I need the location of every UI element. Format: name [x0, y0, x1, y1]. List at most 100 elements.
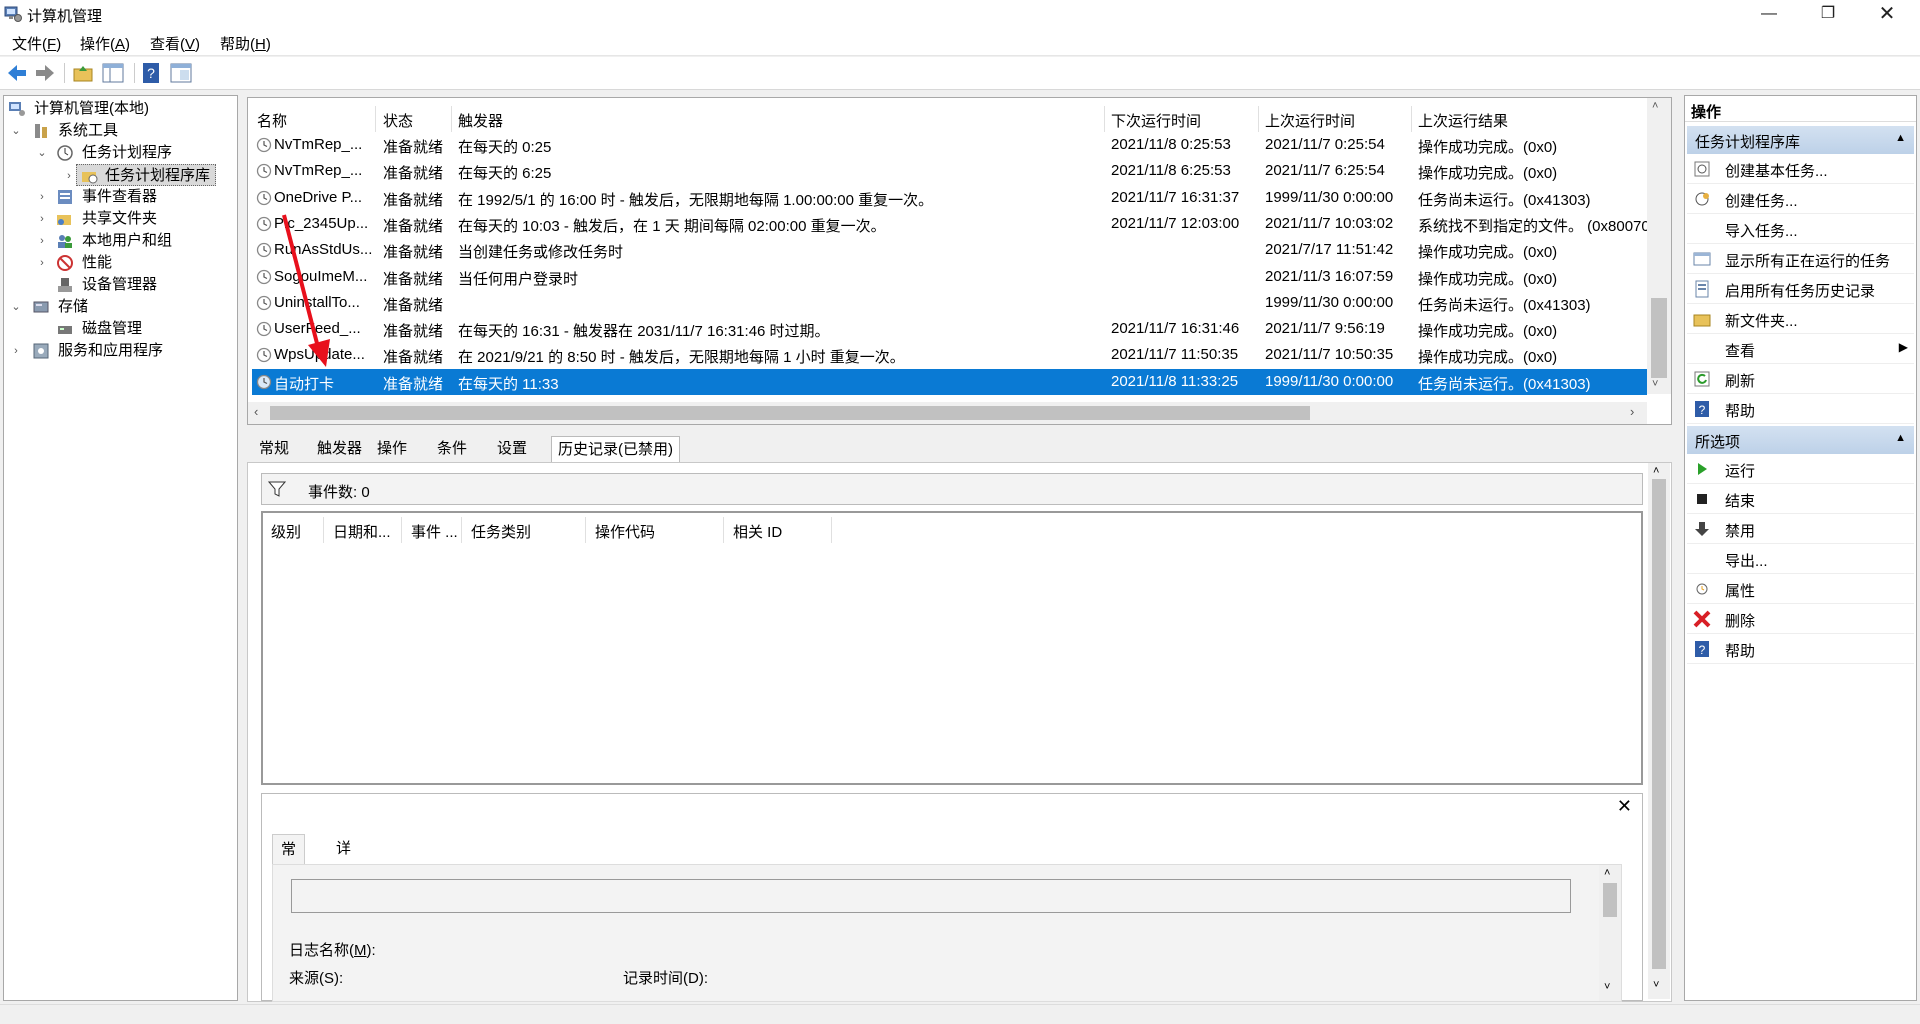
event-detail-scrollbar[interactable]: ˄ ˅ [1599, 865, 1621, 1001]
scrollbar-thumb[interactable] [270, 406, 1310, 420]
action-run[interactable]: 运行 [1687, 454, 1914, 484]
section-task-library[interactable]: 任务计划程序库 ▲ [1687, 126, 1914, 154]
table-row[interactable]: 自动打卡 准备就绪 在每天的 11:33 2021/11/8 11:33:25 1999… [252, 368, 1647, 395]
scrollbar-thumb[interactable] [1652, 479, 1666, 969]
tab-settings[interactable]: 设置 [491, 436, 533, 462]
collapse-icon[interactable]: ▲ [1895, 432, 1906, 444]
action-export[interactable]: 导出... [1687, 544, 1914, 574]
scroll-up-arrow-icon[interactable]: ˄ [1652, 100, 1658, 112]
restore-button[interactable]: ❐ [1800, 0, 1856, 28]
table-row[interactable]: WpsUpdate...准备就绪在 2021/9/21 的 8:50 时 - 触… [252, 342, 1647, 368]
menu-file[interactable]: 文件(F) [12, 33, 61, 54]
table-row[interactable]: Plc_2345Up... 准备就绪 在每天的 10:03 - 触发后，在 1 天 … [252, 211, 1647, 237]
column-header-task-category[interactable]: 任务类别 [471, 521, 531, 542]
column-header-trigger[interactable]: 触发器 [458, 110, 503, 134]
table-row[interactable]: OneDrive P... 准备就绪在 1992/5/1 的 16:00 时 - … [252, 185, 1647, 211]
forward-arrow-icon[interactable] [32, 61, 58, 85]
chevron-down-icon[interactable]: ⌄ [10, 296, 22, 318]
tab-history[interactable]: 历史记录(已禁用) [551, 436, 680, 462]
back-arrow-icon[interactable] [4, 61, 30, 85]
tree-item-performance[interactable]: › 性能 [6, 252, 234, 274]
column-header-name[interactable]: 名称 [257, 110, 287, 134]
help-icon[interactable]: ? [138, 61, 164, 85]
column-header-last-run[interactable]: 上次运行时间 [1265, 110, 1355, 134]
menu-help[interactable]: 帮助(H) [220, 33, 271, 54]
scroll-down-arrow-icon[interactable]: ˅ [1652, 378, 1658, 390]
tree-item-system-tools[interactable]: ⌄ 系统工具 [6, 120, 234, 142]
scroll-down-arrow-icon[interactable]: ˅ [1653, 979, 1659, 991]
close-icon[interactable]: ✕ [1617, 796, 1632, 817]
menu-action[interactable]: 操作(A) [80, 33, 130, 54]
action-help-selected[interactable]: ? 帮助 [1687, 634, 1914, 664]
column-header-date[interactable]: 日期和... [333, 521, 391, 542]
scroll-left-arrow-icon[interactable]: ‹ [254, 404, 258, 419]
scroll-right-arrow-icon[interactable]: › [1630, 404, 1634, 419]
column-header-event[interactable]: 事件 ... [411, 521, 458, 542]
scroll-up-arrow-icon[interactable]: ˄ [1653, 465, 1659, 477]
action-view[interactable]: 查看 ▶ [1687, 334, 1914, 364]
chevron-right-icon[interactable]: › [36, 186, 48, 208]
menu-view[interactable]: 查看(V) [150, 33, 200, 54]
close-button[interactable]: ✕ [1859, 0, 1915, 28]
tab-general[interactable]: 常规 [253, 436, 295, 462]
action-end[interactable]: 结束 [1687, 484, 1914, 514]
chevron-right-icon[interactable]: › [36, 252, 48, 274]
up-folder-icon[interactable] [70, 61, 96, 85]
tab-triggers[interactable]: 触发器 [311, 436, 368, 462]
chevron-right-icon[interactable]: › [10, 340, 22, 362]
chevron-right-icon[interactable]: › [63, 165, 75, 187]
tab-event-details[interactable]: 详细信息 [328, 834, 359, 947]
column-header-status[interactable]: 状态 [383, 110, 413, 134]
action-refresh[interactable]: 刷新 [1687, 364, 1914, 394]
tree-item-shared-folders[interactable]: › 共享文件夹 [6, 208, 234, 230]
table-row[interactable]: SogouImeM... 准备就绪 当任何用户登录时 2021/11/3 16:07:… [252, 264, 1647, 290]
scroll-up-arrow-icon[interactable]: ˄ [1604, 867, 1610, 879]
action-delete[interactable]: 删除 [1687, 604, 1914, 634]
table-row[interactable]: NvTmRep_... 准备就绪 在每天的 6:25 2021/11/8 6:25:5… [252, 158, 1647, 184]
table-row[interactable]: NvTmRep_... 准备就绪 在每天的 0:25 2021/11/8 0:25:5… [252, 132, 1647, 158]
action-enable-task-history[interactable]: 启用所有任务历史记录 [1687, 274, 1914, 304]
chevron-right-icon[interactable]: › [36, 230, 48, 252]
show-tree-icon[interactable] [100, 61, 126, 85]
chevron-down-icon[interactable]: ⌄ [36, 142, 48, 164]
tree-item-task-scheduler[interactable]: ⌄ 任务计划程序 [6, 142, 234, 164]
tab-actions[interactable]: 操作 [371, 436, 413, 462]
tab-conditions[interactable]: 条件 [431, 436, 473, 462]
table-row[interactable]: UserFeed_... 准备就绪 在每天的 16:31 - 触发器在 2031/1… [252, 316, 1647, 342]
action-show-running-tasks[interactable]: 显示所有正在运行的任务 [1687, 244, 1914, 274]
task-list-vertical-scrollbar[interactable]: ˄ ˅ [1647, 98, 1671, 394]
table-row[interactable]: UninstallTo... 准备就绪 1999/11/30 0:00:00 任务尚未… [252, 290, 1647, 316]
tree-item-local-users[interactable]: › 本地用户和组 [6, 230, 234, 252]
properties-icon[interactable] [168, 61, 194, 85]
chevron-right-icon[interactable]: › [36, 208, 48, 230]
tree-item-device-manager[interactable]: 设备管理器 [6, 274, 234, 296]
table-row[interactable]: RunAsStdUs... 准备就绪 当创建任务或修改任务时 2021/7/17 11… [252, 237, 1647, 263]
tree-item-services-apps[interactable]: › 服务和应用程序 [6, 340, 234, 362]
action-properties[interactable]: 属性 [1687, 574, 1914, 604]
chevron-down-icon[interactable]: ⌄ [10, 120, 22, 142]
column-header-level[interactable]: 级别 [271, 521, 301, 542]
column-header-next-run[interactable]: 下次运行时间 [1111, 110, 1201, 134]
tree-item-storage[interactable]: ⌄ 存储 [6, 296, 234, 318]
action-create-basic-task[interactable]: 创建基本任务... [1687, 154, 1914, 184]
tree-item-disk-management[interactable]: 磁盘管理 [6, 318, 234, 340]
column-header-correlation-id[interactable]: 相关 ID [733, 521, 782, 542]
action-disable[interactable]: 禁用 [1687, 514, 1914, 544]
filter-icon[interactable] [268, 481, 286, 497]
scrollbar-thumb[interactable] [1603, 883, 1617, 917]
action-create-task[interactable]: 创建任务... [1687, 184, 1914, 214]
tab-event-general[interactable]: 常规 [272, 834, 306, 888]
column-header-last-result[interactable]: 上次运行结果 [1418, 110, 1508, 134]
tree-item-task-scheduler-library[interactable]: › 任务计划程序库 [67, 164, 216, 186]
action-import-task[interactable]: 导入任务... [1687, 214, 1914, 244]
column-header-opcode[interactable]: 操作代码 [595, 521, 655, 542]
action-help[interactable]: ? 帮助 [1687, 394, 1914, 424]
minimize-button[interactable]: — [1741, 0, 1797, 28]
task-list-horizontal-scrollbar[interactable]: ‹ › [248, 402, 1647, 424]
section-selected-item[interactable]: 所选项 ▲ [1687, 426, 1914, 454]
scroll-down-arrow-icon[interactable]: ˅ [1604, 981, 1610, 993]
scrollbar-thumb[interactable] [1651, 298, 1667, 378]
collapse-icon[interactable]: ▲ [1895, 132, 1906, 144]
tree-item-computer-management[interactable]: 计算机管理(本地) [6, 98, 234, 120]
history-vertical-scrollbar[interactable]: ˄ ˅ [1648, 463, 1670, 999]
